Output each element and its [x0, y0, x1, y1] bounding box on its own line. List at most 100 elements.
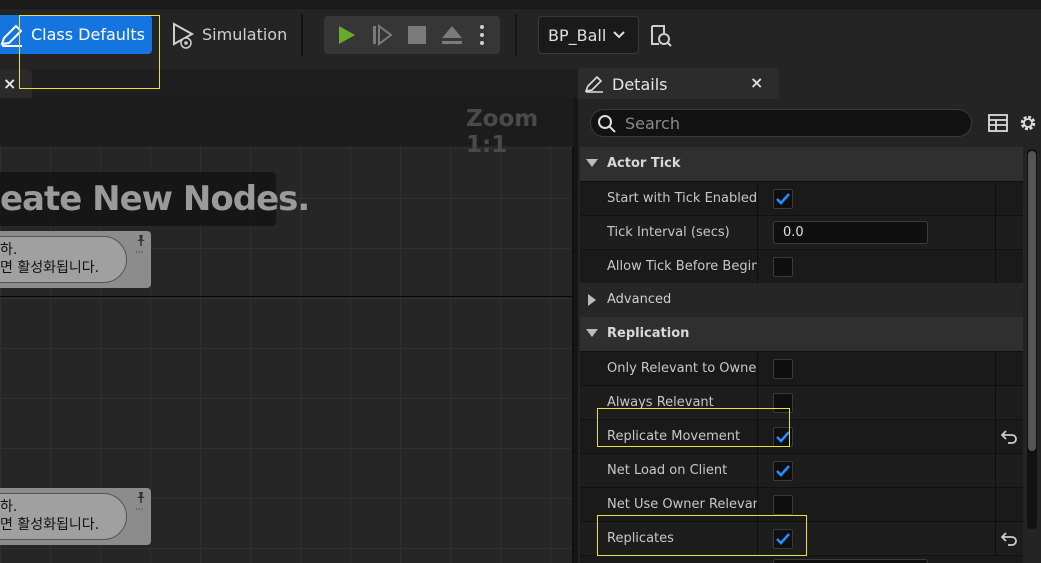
- property-row: Tick Interval (secs) 0.0: [580, 215, 1023, 250]
- stop-icon: [408, 26, 426, 44]
- reset-to-default-icon[interactable]: [1001, 531, 1017, 547]
- comment-bubble[interactable]: 하. 면 활성화됩니다. ···: [0, 231, 151, 288]
- graph-title-bar: Zoom 1:1: [0, 98, 574, 158]
- stop-button[interactable]: [399, 16, 433, 54]
- simulation-button[interactable]: Simulation: [166, 15, 294, 54]
- panel-splitter[interactable]: [572, 146, 574, 563]
- checkbox-net-load-on-client[interactable]: [773, 461, 793, 481]
- play-button[interactable]: [328, 16, 362, 54]
- details-search-input[interactable]: [625, 112, 955, 134]
- column-divider: [995, 386, 996, 420]
- property-label: Allow Tick Before Begin...: [607, 259, 757, 274]
- expanded-arrow-icon: [586, 329, 598, 337]
- comment-line: 하.: [0, 499, 18, 515]
- property-value-field[interactable]: [773, 559, 928, 563]
- table-view-icon[interactable]: [988, 114, 1008, 132]
- toolbar-separator: [515, 14, 517, 56]
- column-divider: [995, 182, 996, 216]
- column-divider: [757, 352, 758, 386]
- checkbox-net-use-owner-relevancy[interactable]: [773, 495, 793, 515]
- eject-button[interactable]: [434, 16, 468, 54]
- pin-icon[interactable]: [135, 234, 147, 246]
- gear-icon[interactable]: [1017, 112, 1039, 134]
- comment-line: 하.: [0, 242, 18, 258]
- checkmark-icon: [776, 465, 790, 477]
- comment-line: 면 활성화됩니다.: [0, 517, 100, 533]
- more-icon[interactable]: ···: [135, 505, 144, 515]
- debug-object-selector[interactable]: BP_Ball: [538, 16, 639, 54]
- category-replication[interactable]: Replication: [580, 317, 1023, 351]
- checkbox-allow-tick-before-begin[interactable]: [773, 257, 793, 277]
- menu-strip: [0, 0, 1041, 9]
- highlight-box: [19, 15, 160, 89]
- simulation-label: Simulation: [202, 25, 288, 44]
- category-label: Replication: [607, 326, 690, 341]
- pin-icon[interactable]: [135, 491, 147, 503]
- property-label: Tick Interval (secs): [607, 225, 730, 240]
- column-divider: [995, 352, 996, 386]
- collapsed-arrow-icon: [588, 294, 596, 306]
- zoom-label: Zoom 1:1: [466, 106, 539, 158]
- column-divider: [757, 454, 758, 488]
- property-label: Only Relevant to Owner: [607, 361, 757, 376]
- column-divider: [995, 488, 996, 522]
- more-icon[interactable]: ···: [135, 248, 144, 258]
- graph-axis-line: [0, 296, 574, 297]
- graph-hint-banner: eate New Nodes.: [0, 172, 310, 226]
- checkmark-icon: [776, 193, 790, 205]
- checkbox-start-with-tick-enabled[interactable]: [773, 189, 793, 209]
- step-icon: [373, 24, 393, 46]
- column-divider: [995, 250, 996, 284]
- column-divider: [757, 182, 758, 216]
- comment-bubble[interactable]: 하. 면 활성화됩니다. ···: [0, 488, 151, 545]
- property-label: Net Load on Client: [607, 463, 728, 478]
- simulation-icon: [173, 22, 195, 49]
- property-label: Start with Tick Enabled: [607, 191, 757, 206]
- find-in-level-icon[interactable]: [649, 24, 673, 48]
- column-divider: [995, 216, 996, 250]
- category-actor-tick[interactable]: Actor Tick: [580, 147, 1023, 181]
- column-divider: [995, 420, 996, 454]
- close-icon[interactable]: ×: [3, 74, 16, 93]
- play-options-button[interactable]: [468, 16, 496, 54]
- category-advanced[interactable]: Advanced: [580, 283, 1023, 317]
- highlight-box: [597, 515, 807, 556]
- checkbox-only-relevant-to-owner[interactable]: [773, 359, 793, 379]
- play-controls: [324, 16, 500, 54]
- property-row: Allow Tick Before Begin...: [580, 249, 1023, 284]
- comment-line: 면 활성화됩니다.: [0, 260, 100, 276]
- tick-interval-input[interactable]: 0.0: [773, 221, 928, 244]
- search-icon: [598, 115, 616, 133]
- expanded-arrow-icon: [586, 159, 598, 167]
- details-search-box[interactable]: [590, 109, 972, 137]
- column-divider: [757, 250, 758, 284]
- details-tab-label: Details: [612, 75, 668, 94]
- reset-to-default-icon[interactable]: [1001, 429, 1017, 445]
- scrollbar-thumb[interactable]: [1028, 151, 1036, 451]
- step-button[interactable]: [364, 16, 398, 54]
- edit-details-icon: [585, 75, 603, 93]
- category-label: Actor Tick: [607, 156, 681, 171]
- graph-hint-text: eate New Nodes.: [0, 179, 310, 219]
- property-row: [580, 555, 1023, 563]
- property-list: Actor Tick Start with Tick Enabled Tick …: [578, 147, 1023, 563]
- details-search-row: [578, 99, 1041, 147]
- column-divider: [995, 522, 996, 556]
- property-row: Start with Tick Enabled: [580, 181, 1023, 216]
- category-label: Advanced: [607, 292, 672, 307]
- toolbar-separator: [301, 14, 303, 56]
- event-graph-canvas[interactable]: Zoom 1:1 eate New Nodes. 하. 면 활성화됩니다. ··…: [0, 98, 574, 563]
- details-scrollbar[interactable]: [1027, 149, 1037, 529]
- close-icon[interactable]: ×: [750, 73, 763, 92]
- property-row: Net Load on Client: [580, 453, 1023, 488]
- property-label: Net Use Owner Relevancy: [607, 497, 757, 512]
- column-divider: [995, 454, 996, 488]
- details-panel: Details × Actor Tick Start: [578, 65, 1041, 563]
- highlight-box: [597, 408, 790, 447]
- more-vertical-icon: [480, 25, 484, 45]
- eject-icon: [442, 26, 462, 44]
- chevron-down-icon: [613, 31, 625, 39]
- debug-object-value: BP_Ball: [548, 26, 607, 45]
- details-tab[interactable]: Details ×: [578, 68, 779, 99]
- property-row: Only Relevant to Owner: [580, 351, 1023, 386]
